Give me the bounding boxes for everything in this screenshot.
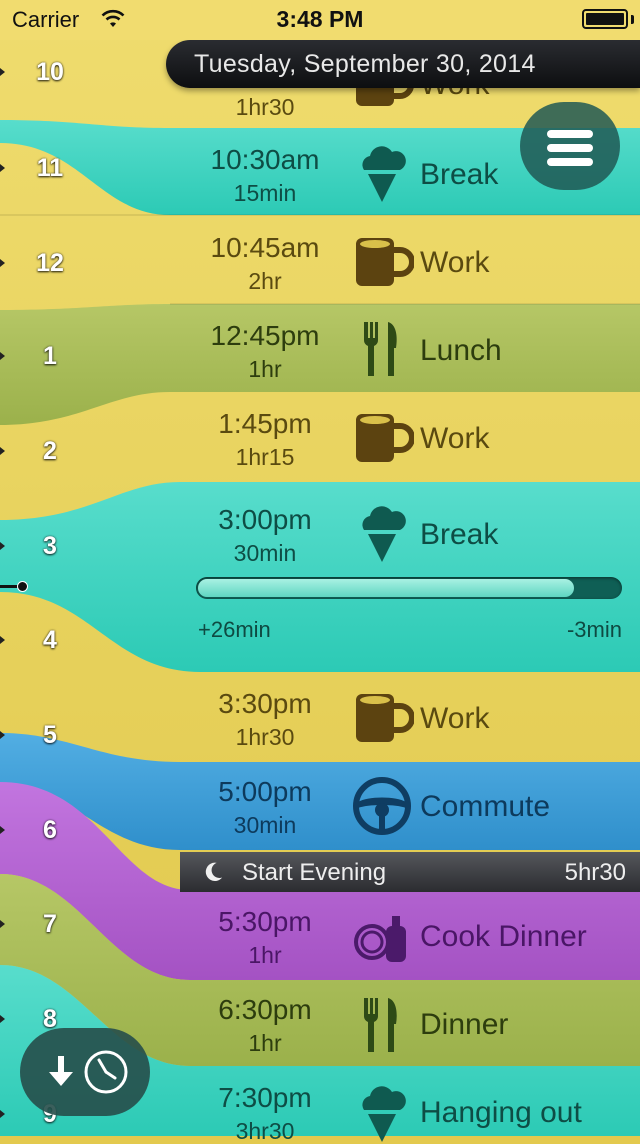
event-time: 5:30pm xyxy=(218,906,312,937)
event-time: 1:45pm xyxy=(218,408,312,439)
coffee-mug-icon xyxy=(356,414,414,462)
menu-icon-bar xyxy=(547,158,593,166)
event-name: Cook Dinner xyxy=(420,920,587,953)
hour-tick xyxy=(0,542,5,550)
fork-knife-icon xyxy=(363,998,397,1052)
steering-wheel-icon xyxy=(353,777,411,835)
event-name: Break xyxy=(420,518,499,551)
event-row-cook-dinner[interactable]: 5:30pm 1hr Cook Dinner xyxy=(0,892,640,980)
event-duration: 1hr30 xyxy=(235,724,295,750)
event-duration: 15min xyxy=(233,180,297,206)
hour-label: 6 xyxy=(43,816,57,844)
hour-tick xyxy=(0,636,5,644)
event-time: 10:30am xyxy=(210,144,320,175)
event-row-work[interactable]: 3:30pm 1hr30 Work xyxy=(0,674,640,762)
ice-cream-icon xyxy=(362,506,406,562)
date-banner: Tuesday, September 30, 2014 xyxy=(166,40,640,88)
event-time: 12:45pm xyxy=(210,320,320,351)
hour-label: 11 xyxy=(36,154,64,182)
coffee-mug-icon xyxy=(356,694,414,742)
hour-label: 10 xyxy=(36,58,64,86)
event-duration: 30min xyxy=(233,540,297,566)
hour-label: 5 xyxy=(43,721,57,749)
event-name: Work xyxy=(420,246,490,279)
hour-tick xyxy=(0,731,5,739)
status-bar: Carrier 3:48 PM xyxy=(0,0,640,40)
hour-label: 3 xyxy=(43,532,57,560)
event-duration: 3hr30 xyxy=(235,1118,295,1144)
battery-icon xyxy=(582,9,628,29)
progress-remaining: -3min xyxy=(566,617,622,642)
event-duration: 1hr xyxy=(248,942,282,968)
event-time: 6:30pm xyxy=(218,994,312,1025)
event-name: Commute xyxy=(420,790,551,823)
event-duration: 1hr xyxy=(248,356,282,382)
battery-nub xyxy=(631,15,634,24)
coffee-mug-icon xyxy=(356,238,414,286)
event-duration: 2hr xyxy=(248,268,282,294)
ice-cream-icon xyxy=(362,1086,406,1142)
event-duration: 1hr30 xyxy=(235,94,295,120)
event-name: Break xyxy=(420,158,499,191)
current-time-dot xyxy=(17,581,28,592)
event-duration: 1hr15 xyxy=(235,444,295,470)
event-row-commute[interactable]: 5:00pm 30min Commute xyxy=(0,762,640,850)
event-name: Work xyxy=(420,422,490,455)
event-row-work[interactable]: 10:45am 2hr Work xyxy=(0,216,640,304)
event-name: Dinner xyxy=(420,1008,509,1041)
evening-divider[interactable]: Start Evening 5hr30 xyxy=(180,852,640,892)
moon-icon xyxy=(205,862,223,882)
evening-duration: 5hr30 xyxy=(564,859,626,886)
hour-tick xyxy=(0,259,5,267)
hour-label: 2 xyxy=(43,437,57,465)
hour-label: 7 xyxy=(43,910,57,938)
dishes-icon xyxy=(354,916,406,962)
event-time: 3:00pm xyxy=(218,504,312,535)
event-time: 3:30pm xyxy=(218,688,312,719)
hour-tick xyxy=(0,447,5,455)
event-time: 5:00pm xyxy=(218,776,312,807)
hour-tick xyxy=(0,68,5,76)
hour-tick xyxy=(0,920,5,928)
event-time: 7:30pm xyxy=(218,1082,312,1113)
hour-tick xyxy=(0,1110,5,1118)
event-row-work[interactable]: 1:45pm 1hr15 Work xyxy=(0,392,640,480)
ice-cream-icon xyxy=(362,146,406,202)
hour-label: 1 xyxy=(43,342,57,370)
hour-tick xyxy=(0,826,5,834)
event-time: 10:45am xyxy=(210,232,320,263)
menu-icon-bar xyxy=(547,144,593,152)
event-name: Work xyxy=(420,702,490,735)
event-name: Hanging out xyxy=(420,1096,582,1129)
menu-button[interactable] xyxy=(520,102,620,190)
jump-to-now-button[interactable] xyxy=(20,1028,150,1116)
hour-label: 4 xyxy=(43,626,57,654)
hour-tick xyxy=(0,352,5,360)
current-event-progress xyxy=(196,577,622,599)
hour-tick xyxy=(0,164,5,172)
hour-label: 12 xyxy=(36,249,64,277)
event-name: Lunch xyxy=(420,334,502,367)
clock-icon xyxy=(84,1050,128,1094)
event-row-lunch[interactable]: 12:45pm 1hr Lunch xyxy=(0,304,640,392)
event-duration: 30min xyxy=(233,812,297,838)
date-label: Tuesday, September 30, 2014 xyxy=(194,50,536,78)
menu-icon-bar xyxy=(547,130,593,138)
fork-knife-icon xyxy=(363,322,397,376)
hour-tick xyxy=(0,1015,5,1023)
progress-elapsed: +26min xyxy=(198,617,271,642)
status-time: 3:48 PM xyxy=(276,6,364,32)
down-arrow-icon xyxy=(49,1056,73,1086)
event-duration: 1hr xyxy=(248,1030,282,1056)
progress-fill xyxy=(198,579,574,597)
evening-label: Start Evening xyxy=(242,859,387,886)
